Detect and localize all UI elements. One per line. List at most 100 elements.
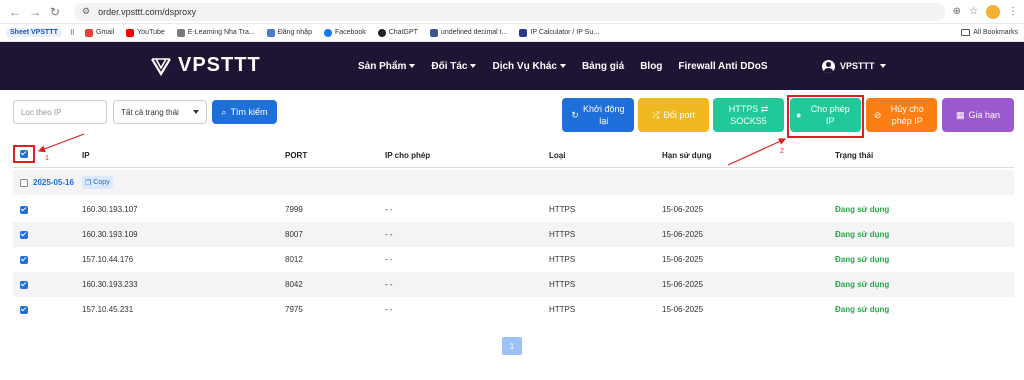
row-checkbox[interactable] [20,306,28,314]
bookmark-facebook[interactable]: Facebook [323,28,366,37]
all-bookmarks[interactable]: All Bookmarks [961,29,1018,36]
row-checkbox[interactable] [20,281,28,289]
row-port: 7999 [285,205,303,214]
annotation-box-select-all [13,145,35,163]
status-select[interactable]: Tất cả trạng thái [113,100,207,124]
row-status: Đang sử dụng [835,280,890,289]
col-type: Loại [549,151,566,160]
annotation-label-2: 2 [780,148,784,155]
nav-pricing[interactable]: Bảng giá [582,61,624,72]
row-status: Đang sử dụng [835,255,890,264]
status-select-value: Tất cả trạng thái [121,107,179,117]
annotation-label-1: 1 [45,155,49,162]
row-allowed-ip: - - [385,305,393,314]
bookmark-decimal[interactable]: undefined decimal t... [429,28,507,37]
site-logo[interactable]: VPSTTT [150,54,261,77]
main-nav: Sản Phẩm Đối Tác Dịch Vụ Khác Bảng giá B… [358,42,768,90]
login-icon [266,28,275,37]
row-allowed-ip: - - [385,255,393,264]
col-status: Trạng thái [835,151,874,160]
search-icon: ⌕ [221,106,227,117]
restart-button[interactable]: ↻ Khởi động lại [562,98,634,132]
group-date: 2025-05-16 [33,178,74,187]
address-bar[interactable]: ⚙ order.vpsttt.com/dsproxy [74,2,945,21]
table-row: 157.10.44.176 8012 - - HTTPS 15-06-2025 … [13,247,1014,272]
nav-firewall[interactable]: Firewall Anti DDoS [678,61,767,72]
col-expiry: Hạn sử dụng [662,151,712,160]
user-menu[interactable]: VPSTTT [822,42,886,90]
row-ip: 160.30.193.233 [82,280,138,289]
row-allowed-ip: - - [385,205,393,214]
nav-partners[interactable]: Đối Tác [431,61,477,72]
nav-other-services[interactable]: Dịch Vụ Khác [492,61,566,72]
row-type: HTTPS [549,280,576,289]
nav-blog[interactable]: Blog [640,61,662,72]
row-checkbox[interactable] [20,206,28,214]
row-checkbox[interactable] [20,256,28,264]
row-expiry: 15-06-2025 [662,230,703,239]
row-type: HTTPS [549,255,576,264]
change-port-button[interactable]: ⤮ Đổi port [638,98,709,132]
forward-icon[interactable]: → [26,3,44,21]
row-port: 8042 [285,280,303,289]
url-text: order.vpsttt.com/dsproxy [98,6,197,17]
col-allowed-ip: IP cho phép [385,151,431,160]
copy-icon: ❐ [85,179,92,187]
bookmarks-bar: Sheet VPSTTT ⠿ Gmail YouTube E-Learning … [0,24,1024,42]
facebook-icon [323,28,332,37]
folder-icon [961,29,971,36]
bookmark-sheet[interactable]: Sheet VPSTTT [6,28,62,37]
row-allowed-ip: - - [385,230,393,239]
site-header: VPSTTT Sản Phẩm Đối Tác Dịch Vụ Khác Bản… [0,42,1024,90]
copy-button[interactable]: ❐ Copy [82,176,113,189]
protocol-switch-button[interactable]: HTTPS ⇄ SOCKS5 [713,98,784,132]
row-allowed-ip: - - [385,280,393,289]
deny-ip-button[interactable]: ⊘ Hủy cho phép IP [866,98,937,132]
zoom-icon[interactable]: ⊕ [953,6,961,17]
row-type: HTTPS [549,230,576,239]
bookmark-login[interactable]: Đăng nhập [266,28,312,37]
row-status: Đang sử dụng [835,230,890,239]
bookmark-elearning[interactable]: E-Learning Nha Tra... [176,28,255,37]
row-type: HTTPS [549,205,576,214]
row-ip: 157.10.44.176 [82,255,134,264]
apps-icon[interactable]: ⠿ [70,29,75,37]
star-icon[interactable]: ☆ [969,6,978,17]
back-icon[interactable]: ← [6,3,24,21]
menu-icon[interactable]: ⋮ [1008,6,1018,17]
group-checkbox[interactable] [20,179,28,187]
browser-toolbar: ← → ↻ ⚙ order.vpsttt.com/dsproxy ⊕ ☆ ⋮ [0,0,1024,24]
table-row: 160.30.193.233 8042 - - HTTPS 15-06-2025… [13,272,1014,297]
user-icon [822,59,835,73]
table-row: 160.30.193.109 8007 - - HTTPS 15-06-2025… [13,222,1014,247]
row-status: Đang sử dụng [835,205,890,214]
bookmark-gmail[interactable]: Gmail [84,28,114,37]
nav-products[interactable]: Sản Phẩm [358,61,416,72]
decimal-icon [429,28,438,37]
shuffle-icon: ⤮ [652,110,660,120]
ip-filter-input[interactable]: Lọc theo IP [13,100,107,124]
chevron-down-icon [409,64,416,68]
site-info-icon[interactable]: ⚙ [82,6,90,17]
table-row: 157.10.45.231 7975 - - HTTPS 15-06-2025 … [13,297,1014,322]
youtube-icon [126,28,135,37]
table-header: IP PORT IP cho phép Loại Hạn sử dụng Trạ… [13,143,1014,168]
col-port: PORT [285,151,308,160]
extension-icon[interactable] [986,4,1000,19]
pagination-page-1[interactable]: 1 [502,337,522,355]
col-ip: IP [82,151,90,160]
chevron-down-icon [559,64,566,68]
bookmark-chatgpt[interactable]: ChatGPT [377,28,418,37]
logo-text: VPSTTT [178,54,261,76]
refresh-icon: ↻ [571,110,579,120]
bookmark-youtube[interactable]: YouTube [126,28,165,37]
row-port: 7975 [285,305,303,314]
row-ip: 160.30.193.109 [82,230,138,239]
search-button[interactable]: ⌕ Tìm kiếm [212,100,277,124]
row-expiry: 15-06-2025 [662,255,703,264]
bookmark-ipcalc[interactable]: IP Calculator / IP Su... [519,28,599,37]
row-checkbox[interactable] [20,231,28,239]
renew-button[interactable]: ▦ Gia hạn [942,98,1014,132]
reload-icon[interactable]: ↻ [46,3,64,21]
ban-icon: ⊘ [873,110,882,120]
